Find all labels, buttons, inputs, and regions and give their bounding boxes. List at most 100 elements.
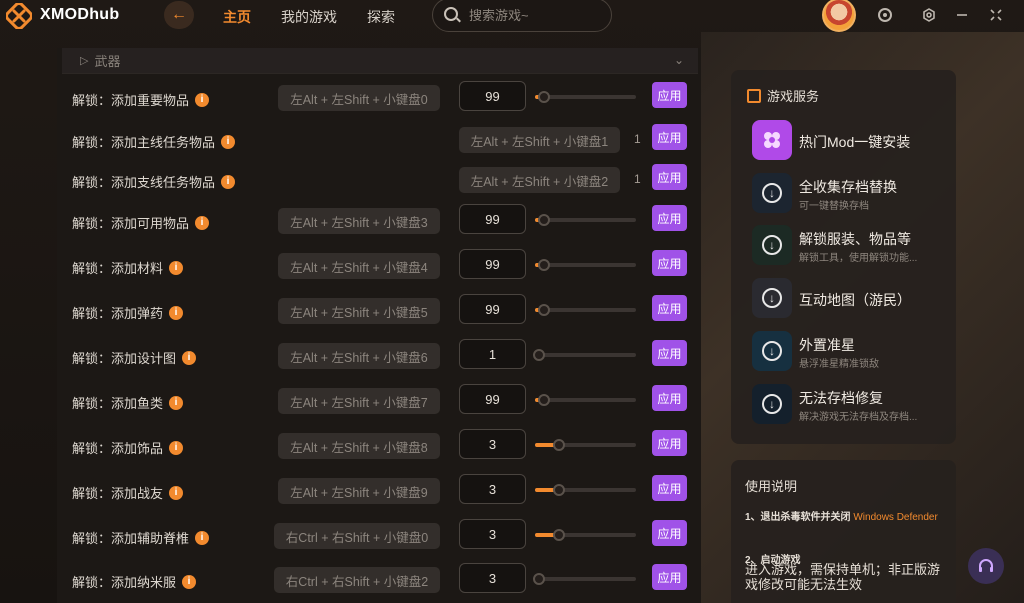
quantity-input[interactable]: 3 xyxy=(459,474,526,504)
quantity-input[interactable]: 1 xyxy=(459,339,526,369)
info-icon[interactable]: i xyxy=(221,134,236,149)
apply-button[interactable]: 应用 xyxy=(652,564,687,590)
quantity-input[interactable]: 99 xyxy=(459,249,526,279)
cheat-name: 解锁：添加支线任务物品 i xyxy=(72,172,236,191)
info-icon[interactable]: i xyxy=(169,260,184,275)
notification-icon[interactable] xyxy=(876,6,894,24)
apply-button[interactable]: 应用 xyxy=(652,295,687,321)
info-icon[interactable]: i xyxy=(169,305,184,320)
service-item[interactable]: ↓ 无法存档修复 解决游戏无法存档及存档... xyxy=(752,384,952,424)
info-icon[interactable]: i xyxy=(169,395,184,410)
apply-button[interactable]: 应用 xyxy=(652,385,687,411)
services-title-text: 游戏服务 xyxy=(767,89,820,104)
quantity-input[interactable]: 99 xyxy=(459,294,526,324)
count-label: 1 xyxy=(634,172,641,186)
hotkey-field[interactable]: 左Alt + 左Shift + 小键盘2 xyxy=(459,167,620,193)
info-icon[interactable]: i xyxy=(182,350,197,365)
download-icon: ↓ xyxy=(752,331,792,371)
hotkey-field[interactable]: 左Alt + 左Shift + 小键盘3 xyxy=(278,208,440,234)
hotkey-field[interactable]: 左Alt + 左Shift + 小键盘1 xyxy=(459,127,620,153)
cheat-row: 解锁：添加辅助脊椎 i 右Ctrl + 右Shift + 小键盘0 3 应用 xyxy=(57,516,701,556)
quantity-slider[interactable] xyxy=(535,91,636,103)
slider-knob[interactable] xyxy=(538,304,551,316)
quantity-slider[interactable] xyxy=(533,573,636,585)
slider-knob[interactable] xyxy=(538,91,551,103)
slider-knob[interactable] xyxy=(533,349,545,361)
apply-button[interactable]: 应用 xyxy=(652,250,687,276)
service-subtitle: 解决游戏无法存档及存档... xyxy=(799,412,918,423)
apply-button[interactable]: 应用 xyxy=(652,82,687,108)
info-icon[interactable]: i xyxy=(169,440,184,455)
cheat-name-text: 解锁：添加战友 xyxy=(72,486,164,501)
nav-explore[interactable]: 探索 xyxy=(367,7,395,27)
search-input[interactable] xyxy=(469,7,599,23)
guide-step-1-text: 1、退出杀毒软件并关闭 xyxy=(745,512,854,523)
nav-home[interactable]: 主页 xyxy=(223,7,251,27)
quantity-input[interactable]: 99 xyxy=(459,204,526,234)
apply-button[interactable]: 应用 xyxy=(652,475,687,501)
info-icon[interactable]: i xyxy=(195,92,210,107)
service-item[interactable]: ↓ 解锁服装、物品等 解锁工具，使用解锁功能... xyxy=(752,225,952,265)
apply-button[interactable]: 应用 xyxy=(652,430,687,456)
slider-knob[interactable] xyxy=(538,214,551,226)
quantity-slider[interactable] xyxy=(533,349,636,361)
apply-button[interactable]: 应用 xyxy=(652,520,687,546)
hotkey-field[interactable]: 左Alt + 左Shift + 小键盘8 xyxy=(278,433,440,459)
avatar[interactable] xyxy=(822,0,856,32)
quantity-input[interactable]: 3 xyxy=(459,563,526,593)
quantity-input[interactable]: 3 xyxy=(459,519,526,549)
service-subtitle: 解锁工具，使用解锁功能... xyxy=(799,253,918,264)
count-label: 1 xyxy=(634,132,641,146)
cheat-name-text: 解锁：添加纳米服 xyxy=(72,575,177,590)
apply-button[interactable]: 应用 xyxy=(652,164,687,190)
hotkey-field[interactable]: 左Alt + 左Shift + 小键盘4 xyxy=(278,253,440,279)
quantity-slider[interactable] xyxy=(535,304,636,316)
quantity-slider[interactable] xyxy=(535,439,636,451)
info-icon[interactable]: i xyxy=(169,485,184,500)
quantity-input[interactable]: 99 xyxy=(459,81,526,111)
minimize-icon[interactable] xyxy=(953,6,971,24)
cheat-row: 解锁：添加饰品 i 左Alt + 左Shift + 小键盘8 3 应用 xyxy=(57,426,701,466)
cheat-name: 解锁：添加战友 i xyxy=(72,483,184,502)
back-button[interactable]: ← xyxy=(164,1,194,29)
hotkey-field[interactable]: 右Ctrl + 右Shift + 小键盘0 xyxy=(274,523,440,549)
info-icon[interactable]: i xyxy=(182,574,197,589)
hotkey-field[interactable]: 左Alt + 左Shift + 小键盘0 xyxy=(278,85,440,111)
quantity-slider[interactable] xyxy=(535,214,636,226)
apply-button[interactable]: 应用 xyxy=(652,124,687,150)
search-icon xyxy=(444,7,458,21)
hotkey-field[interactable]: 右Ctrl + 右Shift + 小键盘2 xyxy=(274,567,440,593)
quantity-slider[interactable] xyxy=(535,484,636,496)
slider-knob[interactable] xyxy=(553,439,566,451)
slider-knob[interactable] xyxy=(538,394,551,406)
hotkey-field[interactable]: 左Alt + 左Shift + 小键盘9 xyxy=(278,478,440,504)
settings-icon[interactable] xyxy=(920,6,938,24)
service-item[interactable]: 热门Mod一键安装 xyxy=(752,120,952,160)
hotkey-field[interactable]: 左Alt + 左Shift + 小键盘6 xyxy=(278,343,440,369)
service-item[interactable]: ↓ 外置准星 悬浮准星精准锁敌 xyxy=(752,331,952,371)
close-icon[interactable] xyxy=(987,6,1005,24)
service-item[interactable]: ↓ 全收集存档替换 可一键替换存档 xyxy=(752,173,952,213)
apply-button[interactable]: 应用 xyxy=(652,340,687,366)
quantity-slider[interactable] xyxy=(535,394,636,406)
info-icon[interactable]: i xyxy=(195,530,210,545)
service-item[interactable]: ↓ 互动地图（游民） xyxy=(752,278,952,318)
quantity-slider[interactable] xyxy=(535,259,636,271)
quantity-input[interactable]: 99 xyxy=(459,384,526,414)
apply-button[interactable]: 应用 xyxy=(652,205,687,231)
slider-knob[interactable] xyxy=(538,259,551,271)
hotkey-field[interactable]: 左Alt + 左Shift + 小键盘5 xyxy=(278,298,440,324)
hotkey-field[interactable]: 左Alt + 左Shift + 小键盘7 xyxy=(278,388,440,414)
slider-knob[interactable] xyxy=(553,484,566,496)
headset-support-button[interactable] xyxy=(968,548,1004,584)
info-icon[interactable]: i xyxy=(195,215,210,230)
quantity-slider[interactable] xyxy=(535,529,636,541)
xmodhub-logo-icon xyxy=(6,3,32,29)
section-header-weapons[interactable]: ▷ 武器 ⌄ xyxy=(62,48,698,74)
quantity-input[interactable]: 3 xyxy=(459,429,526,459)
info-icon[interactable]: i xyxy=(221,174,236,189)
nav-my-games[interactable]: 我的游戏 xyxy=(281,7,337,27)
slider-knob[interactable] xyxy=(533,573,545,585)
chevron-down-icon[interactable]: ⌄ xyxy=(674,53,684,67)
slider-knob[interactable] xyxy=(553,529,566,541)
